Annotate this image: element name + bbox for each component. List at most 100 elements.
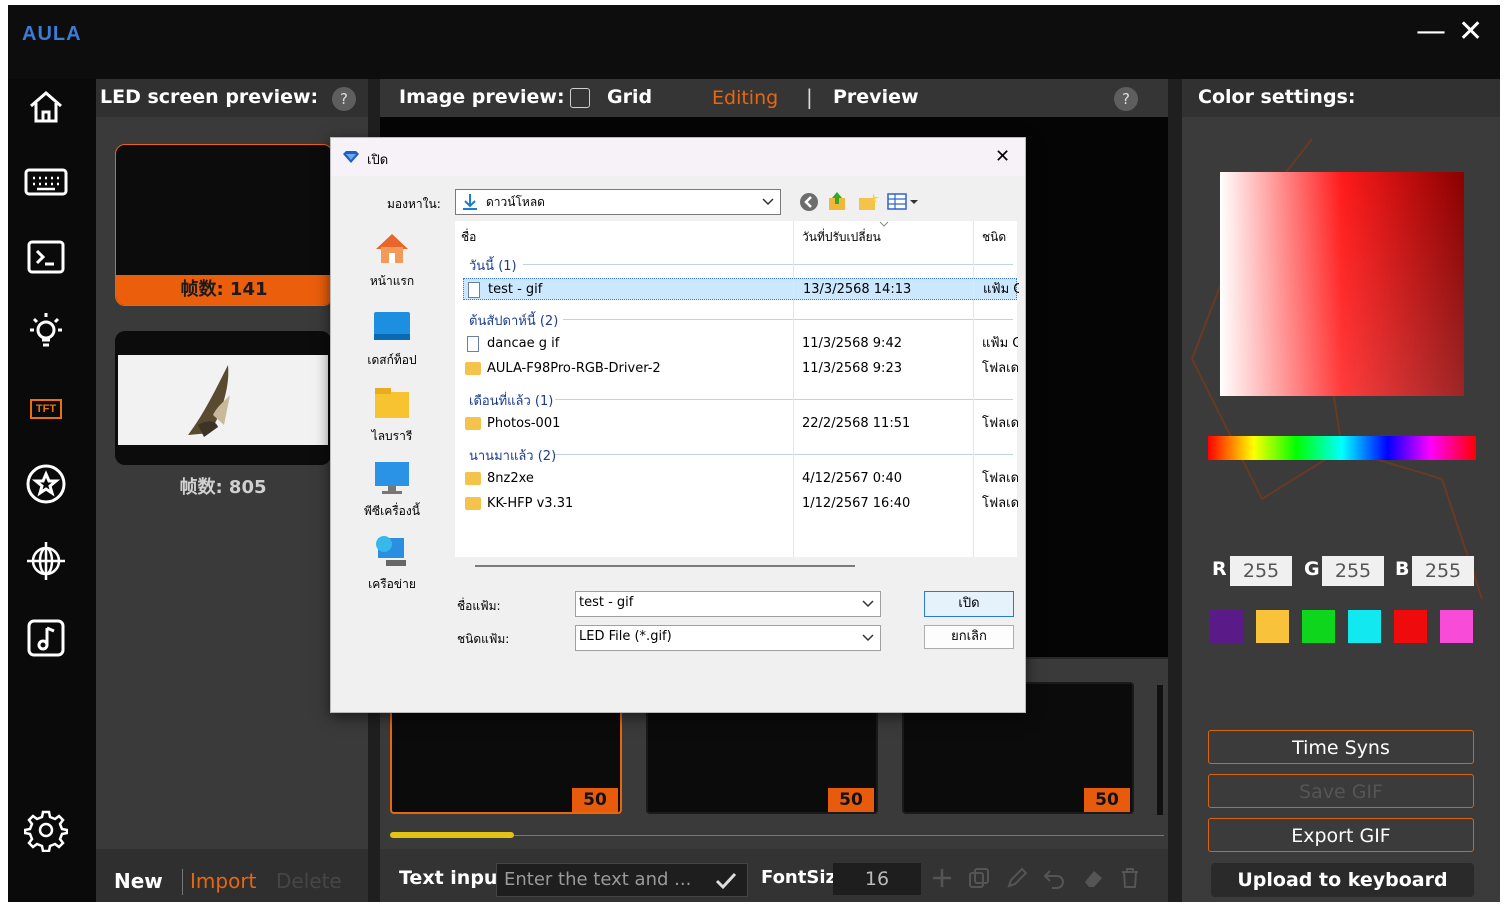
add-icon[interactable]	[932, 867, 952, 889]
library-place-icon	[375, 388, 409, 418]
horizontal-scrollbar[interactable]	[455, 557, 1017, 575]
pen-icon[interactable]	[1006, 867, 1028, 889]
column-date-header[interactable]: วันที่ปรับเปลี่ยน	[802, 228, 881, 247]
filetype-dropdown[interactable]: LED File (*.gif)	[575, 625, 881, 651]
place-desktop[interactable]: เดสก์ท็อป	[346, 310, 438, 370]
open-button[interactable]: เปิด	[924, 591, 1014, 617]
file-row[interactable]: 8nz2xe 4/12/2567 0:40 โฟลเดอร์	[463, 468, 1018, 490]
color-picker-area[interactable]	[1220, 172, 1464, 396]
editing-tab[interactable]: Editing	[712, 87, 778, 109]
column-name-header[interactable]: ชื่อ	[461, 228, 476, 247]
minimize-button[interactable]: —	[1416, 17, 1446, 47]
color-swatch[interactable]	[1210, 610, 1243, 643]
gif-file-icon	[467, 336, 479, 352]
copy-icon[interactable]	[968, 867, 990, 889]
file-type: แฟ้ม GIF	[982, 336, 1018, 351]
color-swatch[interactable]	[1348, 610, 1381, 643]
group-last-month[interactable]: เดือนที่แล้ว (1)	[469, 390, 553, 411]
grid-checkbox[interactable]	[570, 88, 590, 108]
r-input[interactable]: 255	[1230, 556, 1292, 586]
file-date: 22/2/2568 11:51	[802, 416, 911, 431]
b-input[interactable]: 255	[1412, 556, 1474, 586]
group-long-ago[interactable]: นานมาแล้ว (2)	[469, 445, 556, 466]
color-swatch[interactable]	[1440, 610, 1473, 643]
time-syns-button[interactable]: Time Syns	[1208, 730, 1474, 764]
hue-slider[interactable]	[1208, 436, 1476, 460]
file-list[interactable]: ชื่อ วันที่ปรับเปลี่ยน ชนิด วันนี้ (1) t…	[455, 221, 1019, 557]
file-row[interactable]: KK-HFP v3.31 1/12/2567 16:40 โฟลเดอร์	[463, 493, 1018, 515]
place-home[interactable]: หน้าแรก	[346, 231, 438, 291]
file-name: AULA-F98Pro-RGB-Driver-2	[487, 361, 661, 376]
terminal-icon[interactable]	[24, 235, 68, 279]
color-swatch[interactable]	[1394, 610, 1427, 643]
frame-tile-3-badge: 50	[1084, 788, 1130, 812]
music-icon[interactable]	[24, 616, 68, 660]
filename-input[interactable]: test - gif	[575, 591, 881, 617]
up-folder-icon[interactable]	[827, 190, 847, 212]
save-gif-button[interactable]: Save GIF	[1208, 774, 1474, 808]
upload-to-keyboard-button[interactable]: Upload to keyboard	[1211, 863, 1474, 897]
check-icon[interactable]	[715, 871, 737, 891]
gear-icon[interactable]	[24, 808, 68, 852]
g-input[interactable]: 255	[1322, 556, 1384, 586]
new-folder-icon[interactable]	[857, 192, 879, 212]
frame-tile-2-badge: 50	[828, 788, 874, 812]
place-this-pc[interactable]: พีซีเครื่องนี้	[346, 461, 438, 521]
folder-icon	[465, 417, 481, 430]
look-in-value: ดาวน์โหลด	[486, 195, 545, 209]
group-this-week[interactable]: ต้นสัปดาห์นี้ (2)	[469, 310, 558, 331]
led-thumb-1[interactable]: 帧数: 141	[115, 144, 333, 306]
look-in-dropdown[interactable]: ดาวน์โหลด	[455, 189, 781, 215]
home-place-icon	[376, 234, 408, 263]
import-button[interactable]: Import	[190, 869, 256, 893]
file-name: test - gif	[488, 282, 543, 297]
globe-icon[interactable]	[24, 539, 68, 583]
color-swatch[interactable]	[1302, 610, 1335, 643]
undo-icon[interactable]	[1042, 867, 1066, 889]
scrollbar-thumb[interactable]	[475, 565, 855, 567]
resize-grip[interactable]	[1011, 698, 1021, 708]
place-desktop-label: เดสก์ท็อป	[367, 353, 417, 367]
place-library[interactable]: ไลบรารี	[346, 386, 438, 446]
file-row[interactable]: dancae g if 11/3/2568 9:42 แฟ้ม GIF	[463, 333, 1018, 355]
delete-button[interactable]: Delete	[276, 869, 342, 893]
column-type-header[interactable]: ชนิด	[982, 228, 1006, 247]
text-input[interactable]: Enter the text and ...	[496, 863, 748, 897]
export-gif-button[interactable]: Export GIF	[1208, 818, 1474, 852]
led-thumb-2[interactable]	[115, 331, 331, 465]
eraser-icon[interactable]	[1082, 867, 1104, 889]
cancel-button[interactable]: ยกเลิก	[924, 625, 1014, 649]
font-size-input[interactable]: 16	[833, 863, 921, 895]
tab-separator: |	[806, 85, 813, 109]
color-swatch[interactable]	[1256, 610, 1289, 643]
trash-icon[interactable]	[1120, 867, 1140, 889]
group-today[interactable]: วันนี้ (1)	[469, 255, 517, 276]
place-home-label: หน้าแรก	[369, 274, 415, 288]
file-type: แฟ้ม GIF	[983, 282, 1019, 297]
star-icon[interactable]	[24, 462, 68, 506]
file-row[interactable]: AULA-F98Pro-RGB-Driver-2 11/3/2568 9:23 …	[463, 358, 1018, 380]
chevron-down-icon[interactable]	[862, 634, 874, 642]
tft-icon[interactable]: TFT	[24, 387, 68, 431]
strip-scrollbar[interactable]	[1157, 685, 1163, 815]
keyboard-icon[interactable]	[24, 160, 68, 204]
back-icon[interactable]	[799, 192, 819, 212]
place-network[interactable]: เครือข่าย	[346, 534, 438, 594]
led-help-icon[interactable]: ?	[332, 87, 356, 111]
home-icon[interactable]	[24, 85, 68, 129]
file-row[interactable]: test - gif 13/3/2568 14:13 แฟ้ม GIF	[463, 278, 1019, 300]
app-diamond-icon	[343, 151, 359, 163]
bulb-icon[interactable]	[24, 310, 68, 354]
preview-tab[interactable]: Preview	[833, 86, 919, 108]
file-row[interactable]: Photos-001 22/2/2568 11:51 โฟลเดอร์	[463, 413, 1018, 435]
download-arrow-icon	[463, 194, 477, 210]
new-button[interactable]: New	[114, 869, 163, 893]
image-help-icon[interactable]: ?	[1114, 87, 1138, 111]
filetype-label: ชนิดแฟ้ม:	[457, 632, 510, 646]
file-type: โฟลเดอร์	[982, 471, 1018, 486]
dialog-close-button[interactable]: ✕	[995, 146, 1010, 167]
chevron-down-icon[interactable]	[862, 600, 874, 608]
close-button[interactable]: ✕	[1458, 17, 1483, 47]
file-type: โฟลเดอร์	[982, 496, 1018, 511]
view-menu-icon[interactable]	[887, 193, 919, 211]
